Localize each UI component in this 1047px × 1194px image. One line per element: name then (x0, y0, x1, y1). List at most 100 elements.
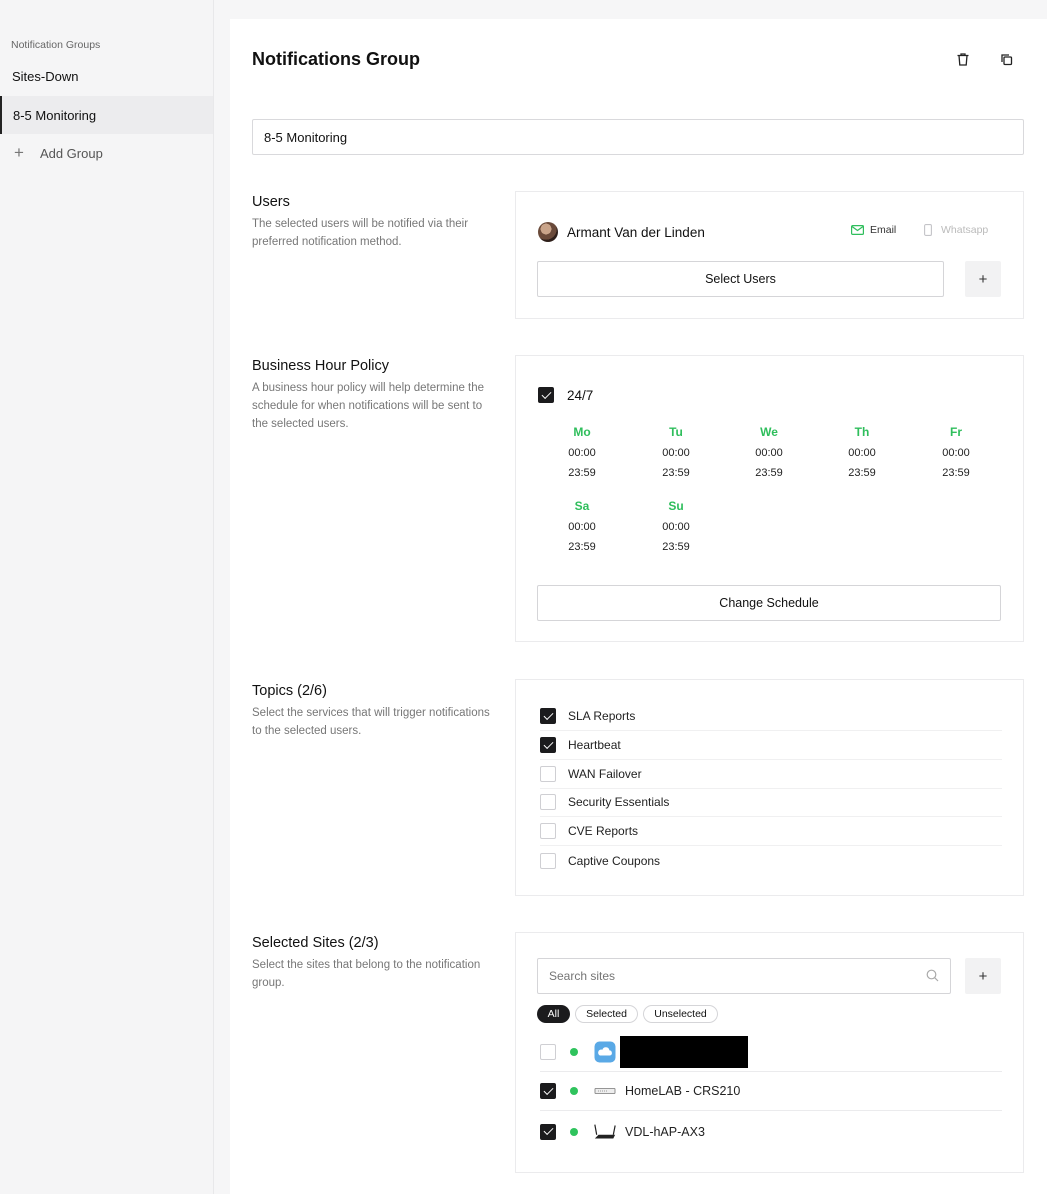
sidebar-heading: Notification Groups (11, 39, 101, 51)
whatsapp-label: Whatsapp (941, 224, 989, 236)
site-row[interactable] (540, 1033, 1002, 1072)
sidebar-item-label: Sites-Down (12, 68, 79, 84)
topic-label: SLA Reports (568, 709, 636, 723)
status-online-dot (570, 1048, 578, 1056)
filter-all[interactable]: All (537, 1005, 570, 1023)
site-name: VDL-hAP-AX3 (625, 1124, 705, 1139)
search-icon (926, 969, 939, 987)
sidebar-item-label: 8-5 Monitoring (13, 107, 97, 123)
topic-checkbox[interactable] (540, 708, 556, 724)
day-mo: Mo 00:00 23:59 (552, 425, 612, 483)
day-su: Su 00:00 23:59 (646, 499, 706, 557)
topic-row-sla-reports[interactable]: SLA Reports (540, 702, 1002, 731)
filter-unselected[interactable]: Unselected (643, 1005, 718, 1023)
site-checkbox[interactable] (540, 1044, 556, 1060)
copy-icon[interactable] (996, 49, 1016, 69)
switch-icon (593, 1080, 617, 1102)
add-site-button[interactable]: + (965, 958, 1001, 994)
day-end: 23:59 (755, 467, 783, 479)
users-title: Users (252, 194, 290, 210)
day-start: 00:00 (848, 447, 876, 459)
day-fr: Fr 00:00 23:59 (926, 425, 986, 483)
always-on-checkbox[interactable] (538, 387, 554, 403)
day-th: Th 00:00 23:59 (832, 425, 892, 483)
user-name: Armant Van der Linden (567, 224, 705, 240)
day-label: Th (854, 425, 870, 439)
group-name-input[interactable] (252, 119, 1024, 155)
add-group-button[interactable]: + Add Group (0, 134, 213, 172)
topic-label: Captive Coupons (568, 853, 661, 868)
router-icon (593, 1121, 617, 1143)
add-group-label: Add Group (39, 145, 103, 161)
site-name: HomeLAB - CRS210 (625, 1084, 741, 1098)
sites-title: Selected Sites (2/3) (252, 935, 379, 951)
topic-checkbox[interactable] (540, 766, 556, 782)
topic-row-captive-coupons[interactable]: Captive Coupons (540, 846, 1002, 875)
phone-icon (924, 224, 932, 236)
change-schedule-button[interactable]: Change Schedule (537, 585, 1001, 621)
site-checkbox[interactable] (540, 1123, 556, 1140)
day-we: We 00:00 23:59 (739, 425, 799, 483)
search-sites-input[interactable] (538, 959, 898, 993)
site-row[interactable]: VDL-hAP-AX3 (540, 1112, 1002, 1151)
topics-title: Topics (2/6) (252, 683, 327, 699)
page-title: Notifications Group (252, 49, 420, 69)
day-start: 00:00 (568, 521, 596, 533)
day-label: Fr (950, 425, 962, 439)
sites-card: + All Selected Unselected HomeLAB - CRS2… (515, 932, 1024, 1173)
users-card: Armant Van der Linden Email Whatsapp Sel… (515, 191, 1024, 319)
cloud-icon (593, 1041, 617, 1063)
topic-row-heartbeat[interactable]: Heartbeat (540, 731, 1002, 760)
topics-description: Select the services that will trigger no… (252, 707, 490, 737)
user-row: Armant Van der Linden (538, 222, 705, 242)
filter-selected[interactable]: Selected (575, 1005, 638, 1023)
day-sa: Sa 00:00 23:59 (552, 499, 612, 557)
business-hour-title: Business Hour Policy (252, 358, 389, 374)
site-row[interactable]: HomeLAB - CRS210 (540, 1072, 1002, 1111)
topic-row-cve-reports[interactable]: CVE Reports (540, 817, 1002, 846)
email-method[interactable]: Email (851, 224, 896, 236)
topic-label: Security Essentials (568, 795, 670, 809)
select-users-button[interactable]: Select Users (537, 261, 944, 297)
topic-row-security-essentials[interactable]: Security Essentials (540, 788, 1002, 817)
plus-icon: + (14, 143, 24, 162)
day-label: Mo (573, 425, 591, 439)
mail-icon (851, 225, 864, 235)
topics-card: SLA Reports Heartbeat WAN Failover Secur… (515, 679, 1024, 896)
day-start: 00:00 (755, 447, 783, 459)
sidebar-item-sites-down[interactable]: Sites-Down (0, 57, 213, 95)
day-start: 00:00 (662, 447, 690, 459)
sidebar-item-8-5-monitoring[interactable]: 8-5 Monitoring (0, 96, 213, 134)
redacted-site-name (620, 1036, 748, 1068)
day-start: 00:00 (662, 521, 690, 533)
sidebar: Notification Groups Sites-Down 8-5 Monit… (0, 0, 214, 1194)
trash-icon[interactable] (953, 49, 973, 69)
day-end: 23:59 (848, 467, 876, 479)
day-label: Tu (669, 425, 683, 439)
day-tu: Tu 00:00 23:59 (646, 425, 706, 483)
day-end: 23:59 (662, 467, 690, 479)
always-on-label: 24/7 (567, 387, 594, 403)
add-user-button[interactable]: + (965, 261, 1001, 297)
topic-checkbox[interactable] (540, 794, 556, 810)
sites-description: Select the sites that belong to the noti… (252, 959, 481, 989)
topic-checkbox[interactable] (540, 852, 556, 869)
search-sites-box (537, 958, 951, 994)
topic-checkbox[interactable] (540, 823, 556, 839)
topic-label: CVE Reports (568, 824, 639, 838)
topic-checkbox[interactable] (540, 737, 556, 753)
day-start: 00:00 (942, 447, 970, 459)
day-label: Sa (574, 499, 590, 513)
site-checkbox[interactable] (540, 1083, 556, 1099)
business-hour-description: A business hour policy will help determi… (252, 382, 485, 430)
whatsapp-method[interactable]: Whatsapp (924, 224, 988, 236)
status-online-dot (570, 1087, 578, 1095)
day-label: We (760, 425, 778, 439)
always-on-row[interactable]: 24/7 (538, 387, 593, 403)
day-end: 23:59 (568, 467, 596, 479)
day-end: 23:59 (662, 541, 690, 553)
business-hour-card: 24/7 Mo 00:00 23:59 Tu 00:00 23:59 We 00… (515, 355, 1024, 642)
avatar (538, 222, 558, 242)
topic-label: Heartbeat (568, 738, 621, 752)
topic-row-wan-failover[interactable]: WAN Failover (540, 760, 1002, 789)
